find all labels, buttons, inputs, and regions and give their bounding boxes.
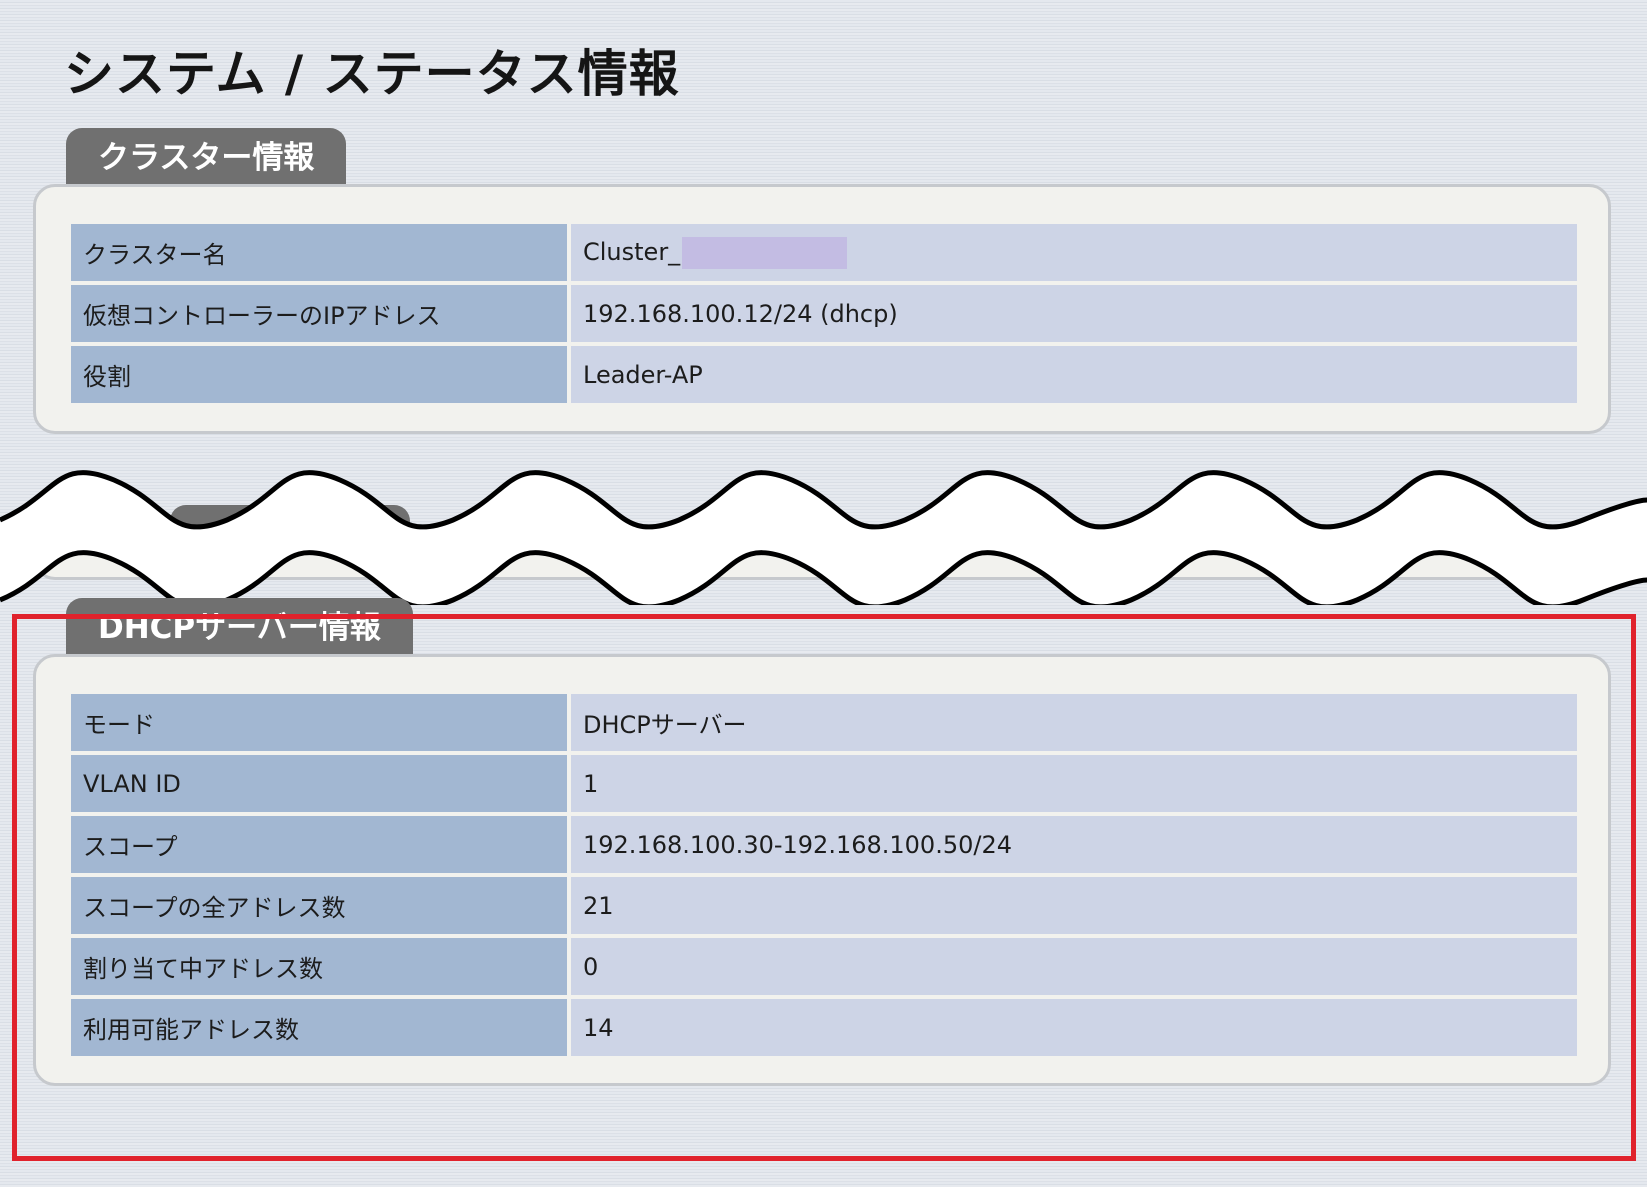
row-value-cluster-name: Cluster_ (571, 224, 1577, 281)
dhcp-info-panel: モード DHCPサーバー VLAN ID 1 スコープ 192.168.100.… (33, 654, 1611, 1086)
table-row: 仮想コントローラーのIPアドレス 192.168.100.12/24 (dhcp… (71, 285, 1577, 342)
table-row: VLAN ID 1 (71, 755, 1577, 812)
row-value: 192.168.100.30-192.168.100.50/24 (571, 816, 1577, 873)
row-label: クラスター名 (71, 224, 571, 281)
table-row: クラスター名 Cluster_ (71, 224, 1577, 281)
cluster-section-tab: クラスター情報 (66, 128, 347, 186)
cluster-info-panel: クラスター名 Cluster_ 仮想コントローラーのIPアドレス 192.168… (33, 184, 1611, 434)
cluster-info-table: クラスター名 Cluster_ 仮想コントローラーのIPアドレス 192.168… (71, 220, 1577, 407)
row-value: 14 (571, 999, 1577, 1056)
row-label: 役割 (71, 346, 571, 403)
row-label: 利用可能アドレス数 (71, 999, 571, 1056)
row-value: Leader-AP (571, 346, 1577, 403)
row-value: DHCPサーバー (571, 694, 1577, 751)
row-label: 仮想コントローラーのIPアドレス (71, 285, 571, 342)
row-label: スコープの全アドレス数 (71, 877, 571, 934)
row-label: 割り当て中アドレス数 (71, 938, 571, 995)
row-label: モード (71, 694, 571, 751)
row-value: 21 (571, 877, 1577, 934)
row-label: スコープ (71, 816, 571, 873)
dhcp-info-table: モード DHCPサーバー VLAN ID 1 スコープ 192.168.100.… (71, 690, 1577, 1060)
table-row: モード DHCPサーバー (71, 694, 1577, 751)
table-row: 割り当て中アドレス数 0 (71, 938, 1577, 995)
redacted-block (682, 236, 848, 269)
wave-break-divider (0, 470, 1647, 605)
table-row: スコープの全アドレス数 21 (71, 877, 1577, 934)
page-title: システム / ステータス情報 (64, 45, 680, 103)
row-value: 1 (571, 755, 1577, 812)
cluster-name-text: Cluster_ (583, 237, 681, 266)
dhcp-section-tab: DHCPサーバー情報 (66, 598, 413, 656)
table-row: 利用可能アドレス数 14 (71, 999, 1577, 1056)
row-value: 192.168.100.12/24 (dhcp) (571, 285, 1577, 342)
table-row: スコープ 192.168.100.30-192.168.100.50/24 (71, 816, 1577, 873)
row-label: VLAN ID (71, 755, 571, 812)
table-row: 役割 Leader-AP (71, 346, 1577, 403)
row-value: 0 (571, 938, 1577, 995)
